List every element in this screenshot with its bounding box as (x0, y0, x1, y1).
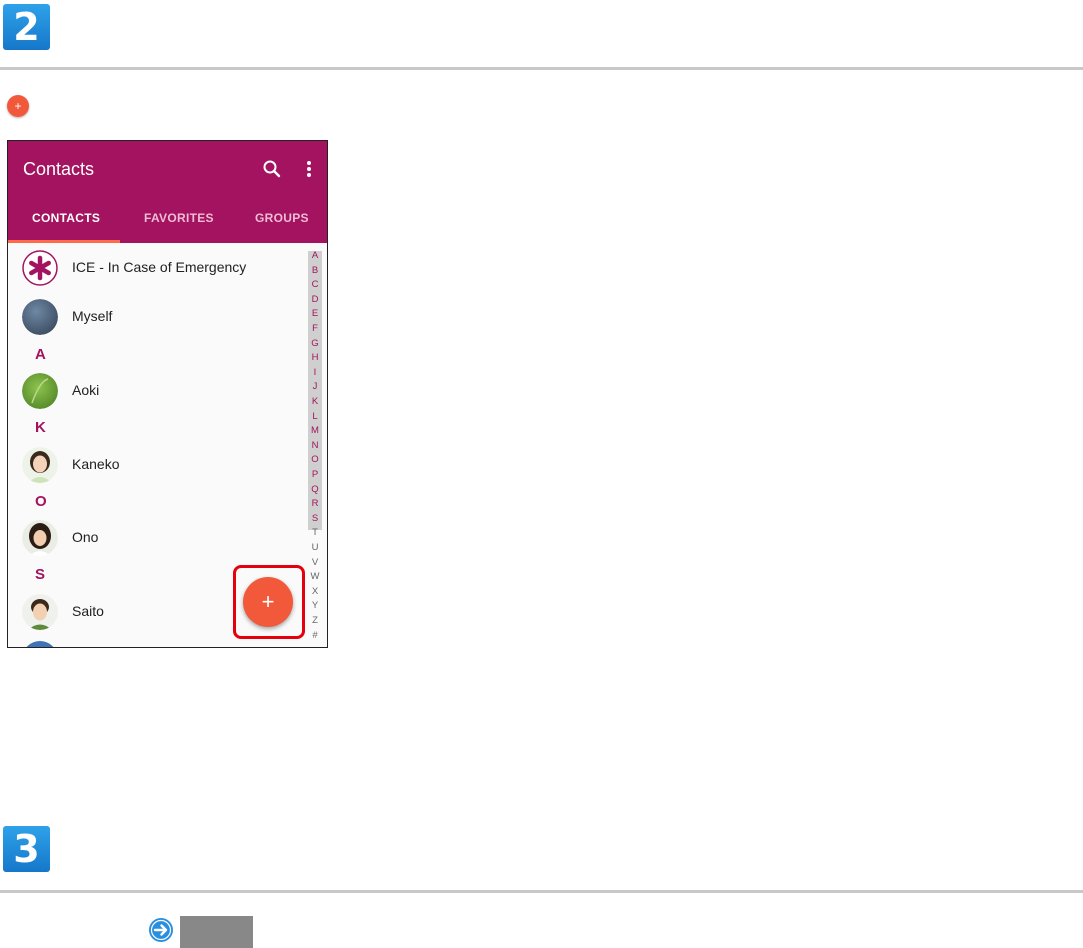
contact-name: Myself (72, 308, 113, 324)
contact-name: Aoki (72, 382, 100, 398)
contact-row-aoki[interactable]: Aoki (8, 371, 298, 411)
section-header-s: S (35, 566, 46, 583)
contact-row-ice[interactable]: ICE - In Case of Emergency (8, 248, 298, 288)
search-icon[interactable] (261, 158, 283, 180)
index-letter[interactable]: S (308, 513, 322, 524)
index-letter[interactable]: A (308, 251, 322, 261)
index-letter[interactable]: M (308, 426, 322, 436)
contact-name: Ono (72, 529, 99, 545)
index-letter[interactable]: B (308, 265, 322, 276)
tab-indicator (8, 240, 120, 243)
index-letter[interactable]: X (308, 586, 322, 597)
contact-name: Saito (72, 603, 104, 619)
index-letter[interactable]: Q (308, 484, 322, 495)
contact-row-ono[interactable]: Ono (8, 518, 298, 558)
index-letter[interactable]: G (308, 338, 322, 349)
index-letter[interactable]: P (308, 470, 322, 480)
index-letter[interactable]: H (308, 353, 322, 363)
index-letter[interactable]: V (308, 557, 322, 568)
app-title: Contacts (23, 159, 95, 179)
index-letter[interactable]: T (308, 528, 322, 538)
step-3-divider (0, 890, 1083, 893)
contact-name: Kaneko (72, 456, 120, 472)
app-bar: Contacts CONTACTS FAVORITES GROUPS (8, 141, 327, 243)
avatar (22, 641, 58, 647)
contact-row-kaneko[interactable]: Kaneko (8, 445, 298, 485)
ice-avatar-icon (22, 250, 58, 286)
index-letter[interactable]: W (308, 572, 322, 582)
avatar (22, 447, 58, 483)
tab-contacts[interactable]: CONTACTS (32, 211, 100, 225)
avatar (22, 594, 58, 630)
avatar (22, 373, 58, 409)
index-letter[interactable]: C (308, 280, 322, 290)
avatar (22, 299, 58, 335)
contacts-screen: Contacts CONTACTS FAVORITES GROUPS ICE -… (7, 140, 328, 648)
index-letter[interactable]: # (308, 630, 322, 641)
more-vert-icon[interactable] (301, 158, 317, 180)
index-letter[interactable]: J (308, 382, 322, 392)
arrow-right-circle-icon (149, 918, 173, 942)
contact-row-myself[interactable]: Myself (8, 297, 298, 337)
index-letter[interactable]: I (308, 367, 322, 378)
index-letter[interactable]: E (308, 309, 322, 319)
add-contact-icon: + (7, 95, 29, 117)
index-letter[interactable]: Y (308, 601, 322, 611)
index-letter[interactable]: Z (308, 616, 322, 626)
section-header-a: A (35, 346, 46, 363)
index-letter[interactable]: N (308, 440, 322, 451)
step-2-badge: 2 (3, 4, 50, 50)
index-letter[interactable]: F (308, 324, 322, 334)
contact-name: ICE - In Case of Emergency (72, 259, 247, 275)
step-2-divider (0, 67, 1083, 70)
index-letter[interactable]: U (308, 543, 322, 553)
index-letter[interactable]: R (308, 499, 322, 509)
tab-favorites[interactable]: FAVORITES (144, 211, 214, 225)
index-letter[interactable]: O (308, 455, 322, 465)
index-letter[interactable]: D (308, 294, 322, 305)
section-header-k: K (35, 419, 46, 436)
section-header-o: O (35, 493, 47, 510)
index-letter[interactable]: K (308, 397, 322, 407)
add-contact-fab[interactable]: + (243, 577, 293, 627)
avatar (22, 520, 58, 556)
index-letter[interactable]: L (308, 411, 322, 422)
tab-groups[interactable]: GROUPS (255, 211, 309, 225)
step-3-badge: 3 (3, 826, 50, 872)
button-label-box (180, 916, 253, 948)
